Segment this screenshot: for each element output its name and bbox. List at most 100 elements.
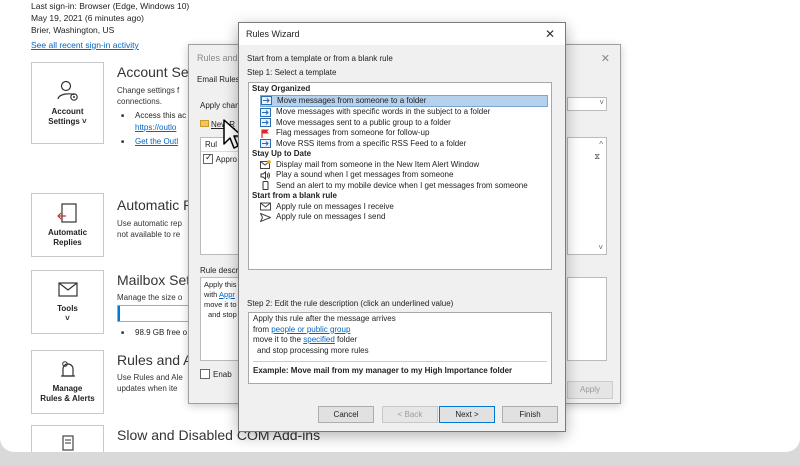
approval-link[interactable]: Appr [219,290,235,299]
desc-line: move it to [204,300,237,309]
template-item-label: Flag messages from someone for follow-up [276,128,430,137]
cancel-button[interactable]: Cancel [318,406,374,423]
template-group-header: Stay Up to Date [252,149,312,158]
apply-button[interactable]: Apply [567,381,613,399]
move-folder-icon [261,96,272,106]
com-addins-tile[interactable] [31,425,104,452]
back-button[interactable]: < Back [382,406,438,423]
apply-changes-label: Apply chan [200,101,240,110]
template-item[interactable]: Play a sound when I get messages from so… [252,170,548,181]
move-folder-icon [260,139,271,149]
step2-label: Step 2: Edit the rule description (click… [247,299,454,308]
account-settings-tile[interactable]: Account Settings ˅ [31,62,104,144]
chevron-down-icon: ˅ [599,98,604,107]
tab-email-rules[interactable]: Email Rules [197,75,240,84]
enable-checkbox-row[interactable]: Enab [200,369,232,379]
template-item[interactable]: Display mail from someone in the New Ite… [252,160,548,171]
divider [253,361,547,362]
mailbox-settings-title: Mailbox Set [117,272,191,288]
template-item[interactable]: Flag messages from someone for follow-up [252,128,548,139]
signin-line: Last sign-in: Browser (Edge, Windows 10) [31,1,190,11]
account-settings-label: Account Settings ˅ [48,107,87,126]
storage-fill [118,306,120,321]
automatic-replies-icon [56,203,77,223]
example-text: Example: Move mail from my manager to my… [253,366,513,375]
desc-line: move it to the specified folder [253,335,358,344]
bullet-item: Get the Outl [121,136,186,148]
rule-name: Appro [215,154,237,164]
bullet-item: Access this achttps://outlo [121,110,186,134]
wizard-intro: Start from a template or from a blank ru… [247,54,393,63]
manage-rules-tile[interactable]: Manage Rules & Alerts [31,350,104,414]
scroll-down-icon[interactable]: ˅ [598,243,603,252]
enable-checkbox[interactable] [200,369,210,379]
next-button[interactable]: Next > [439,406,495,423]
rule-description-right [567,277,607,361]
enable-label: Enab [213,369,232,379]
close-icon[interactable]: ✕ [545,27,555,41]
send-icon [259,212,272,223]
flag-icon [260,129,271,138]
account-settings-icon [56,80,78,101]
rule-description-label: Rule descri [200,266,241,275]
rule-checkbox[interactable] [203,152,213,164]
template-item[interactable]: Move RSS items from a specific RSS Feed … [252,139,548,150]
desc-line: and stop [208,310,237,319]
template-item[interactable]: Move messages sent to a public group to … [252,118,548,129]
rules-alerts-desc: Use Rules and Ale updates when ite [117,373,183,393]
account-settings-desc: Change settings f connections. [117,86,180,106]
template-list[interactable]: Stay Organized Move messages from someone… [248,82,552,270]
desc-line: with Appr [204,290,235,299]
specified-folder-link[interactable]: specified [303,335,335,344]
storage-bullets: 98.9 GB free o [121,327,187,339]
people-group-link[interactable]: people or public group [271,325,350,334]
template-item[interactable]: Apply rule on messages I send [252,212,548,223]
mobile-icon [260,181,271,191]
outlook-web-link[interactable]: https://outlo [135,123,176,132]
tools-label: Tools ˅ [57,304,78,323]
rules-wizard-title: Rules Wizard [246,29,300,39]
template-item-label: Move messages sent to a public group to … [276,117,451,127]
template-item-label: Move messages with specific words in the… [276,107,491,116]
get-outlook-link[interactable]: Get the Outl [135,137,178,146]
mailbox-settings-desc: Manage the size o [117,293,183,302]
template-item-label: Play a sound when I get messages from so… [276,170,454,179]
automatic-replies-desc: Use automatic rep not available to re [117,219,182,239]
rules-alerts-icon [60,361,75,377]
scroll-up-icon[interactable]: ^ [599,140,603,149]
mailbox-tools-icon [57,282,78,297]
rules-wizard-dialog: Rules Wizard ✕ Start from a template or … [238,22,566,432]
template-item[interactable]: Apply rule on messages I receive [252,202,548,213]
signin-info: Last sign-in: Browser (Edge, Windows 10)… [31,0,189,51]
document-icon [61,435,74,451]
rules-list-actions: ^ ⧖ ˅ [567,137,607,255]
template-item[interactable]: Send an alert to my mobile device when I… [252,181,548,192]
storage-free-text: 98.9 GB free o [121,327,187,339]
finish-button[interactable]: Finish [502,406,558,423]
rule-description-box: Apply this rule after the message arrive… [248,312,552,384]
signin-line: May 19, 2021 (6 minutes ago) [31,13,144,23]
rule-row[interactable]: Appro [201,152,239,166]
template-group-header: Stay Organized [252,84,311,93]
template-item-label: Move messages from someone to a folder [277,95,427,105]
folder-dropdown[interactable]: ˅ [567,97,607,111]
template-item[interactable]: Move messages with specific words in the… [252,107,548,118]
close-icon[interactable]: ✕ [601,52,610,65]
recent-signin-link[interactable]: See all recent sign-in activity [31,39,139,51]
manage-rules-label: Manage Rules & Alerts [40,384,95,403]
template-item-label: Apply rule on messages I receive [276,201,394,211]
rule-type-icon: ⧖ [594,152,600,161]
new-rule-icon [200,120,209,127]
template-item[interactable]: Move messages from someone to a folder [260,94,548,107]
rules-wizard-titlebar: Rules Wizard ✕ [239,23,565,45]
rules-list[interactable]: Rul Appro [200,137,240,255]
automatic-replies-title: Automatic R [117,197,194,213]
automatic-replies-tile[interactable]: Automatic Replies [31,193,104,257]
template-item-label: Display mail from someone in the New Ite… [276,159,480,169]
rule-description-box: Apply this with Appr move it to and stop [200,277,240,361]
tools-tile[interactable]: Tools ˅ [31,270,104,334]
desc-line: Apply this rule after the message arrive… [253,314,396,323]
move-folder-icon [260,118,271,128]
mailbox-storage-bar [117,305,197,322]
outlook-account-page: Last sign-in: Browser (Edge, Windows 10)… [0,0,800,452]
